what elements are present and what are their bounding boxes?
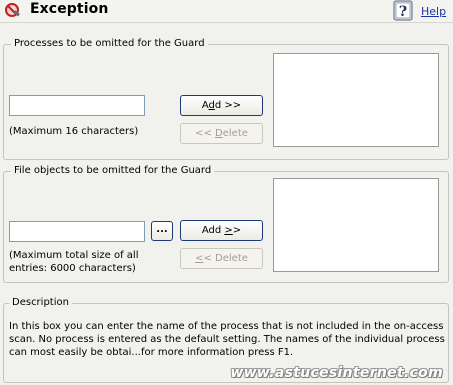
page-title: Exception xyxy=(30,1,109,17)
add-process-label-pre: A xyxy=(201,100,209,111)
file-object-input[interactable] xyxy=(9,221,145,242)
processes-listbox[interactable] xyxy=(273,53,439,147)
add-process-button[interactable]: Add >> xyxy=(180,95,263,116)
delete-process-label-pre: << xyxy=(195,128,216,139)
add-file-label-post: > xyxy=(232,225,242,236)
files-group-legend: File objects to be omitted for the Guard xyxy=(11,165,215,176)
watermark-text: www.astucesinternet.com xyxy=(230,365,443,381)
process-name-input[interactable] xyxy=(9,95,145,116)
description-text-line2: scan. No process is entered as the defau… xyxy=(9,334,445,345)
description-text-line1: In this box you can enter the name of th… xyxy=(9,321,444,332)
process-length-hint: (Maximum 16 characters) xyxy=(9,126,139,137)
add-file-label-mnemonic: > xyxy=(224,225,233,236)
help-question-icon[interactable]: ? xyxy=(393,0,413,21)
guard-shield-icon xyxy=(5,3,20,17)
svg-text:?: ? xyxy=(399,4,407,20)
delete-file-label-post: < Delete xyxy=(203,253,248,264)
file-size-hint-line2: entries: 6000 characters) xyxy=(9,263,136,274)
browse-button[interactable]: ... xyxy=(151,221,173,241)
processes-group-legend: Processes to be omitted for the Guard xyxy=(11,38,208,49)
add-process-label-post: d >> xyxy=(214,100,242,111)
file-size-hint-line1: (Maximum total size of all xyxy=(9,250,139,261)
file-objects-listbox[interactable] xyxy=(273,178,439,272)
delete-file-button[interactable]: << Delete xyxy=(180,248,263,269)
delete-process-label-post: elete xyxy=(222,128,248,139)
delete-process-button[interactable]: << Delete xyxy=(180,123,263,144)
add-file-label-pre: Add xyxy=(201,225,225,236)
help-link[interactable]: Help xyxy=(421,5,446,18)
delete-process-label-mnemonic: D xyxy=(215,128,223,139)
add-file-button[interactable]: Add >> xyxy=(180,220,263,241)
description-text-line3: can most easily be obtai...for more info… xyxy=(9,347,294,358)
description-legend: Description xyxy=(9,297,72,308)
